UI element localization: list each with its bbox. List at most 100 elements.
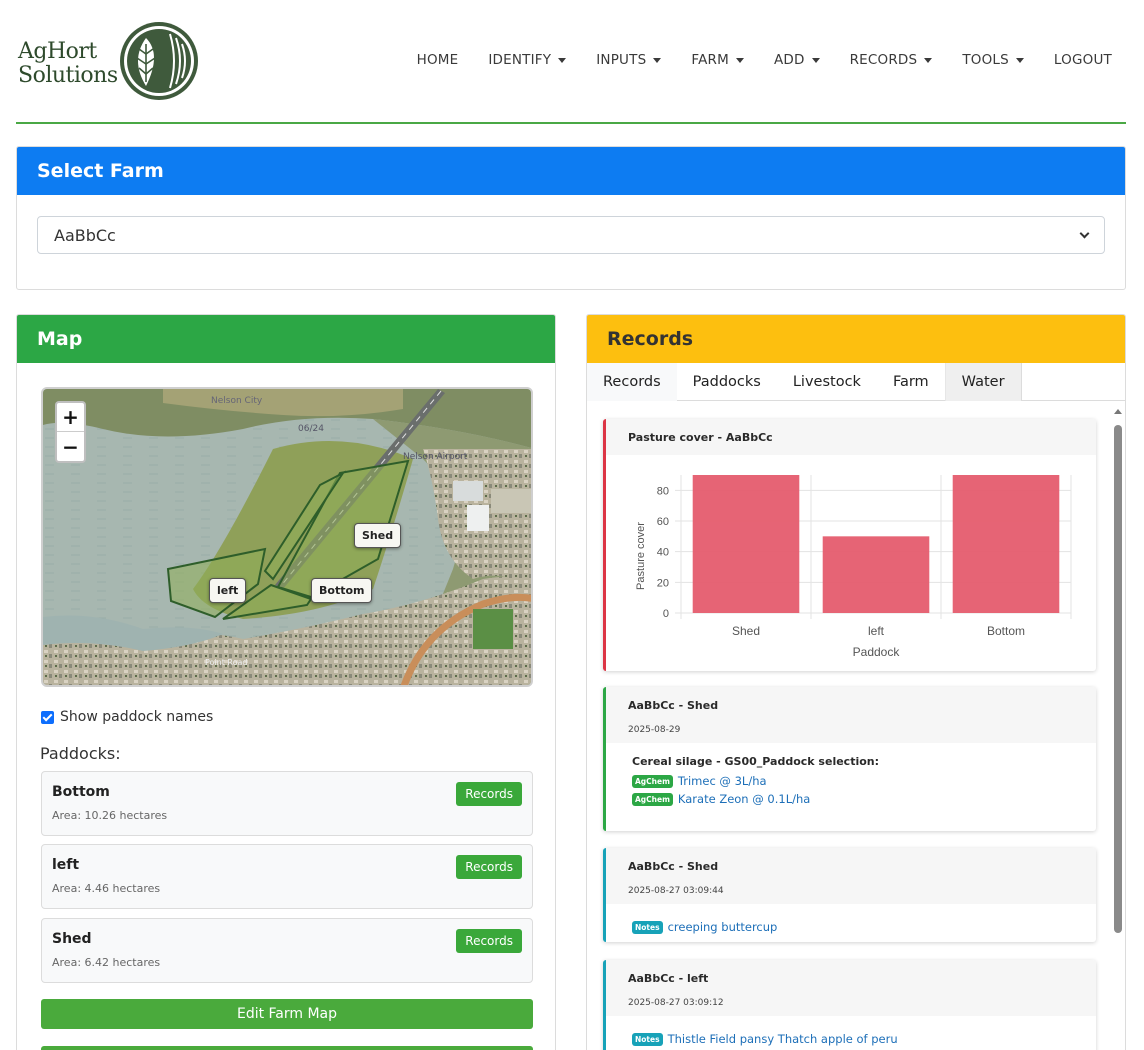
caret-down-icon [1015,57,1024,63]
chevron-down-icon [1079,228,1090,238]
records-title: Records [587,315,1125,363]
records-tabs: Records Paddocks Livestock Farm Water [587,363,1125,401]
paddock-area: Area: 4.46 hectares [52,882,161,895]
select-farm-card: Select Farm AaBbCc [16,146,1126,290]
records-scrollbar[interactable] [1113,407,1123,1050]
nav-farm[interactable]: FARM [676,52,759,68]
tab-livestock[interactable]: Livestock [777,363,877,401]
nav-add[interactable]: ADD [759,52,835,68]
paddock-item: left Area: 4.46 hectares Records [41,844,533,909]
show-paddock-names-checkbox[interactable] [41,710,54,724]
scroll-thumb[interactable] [1114,425,1122,933]
leaf-logo-icon [120,22,198,100]
paddock-records-button[interactable]: Records [456,855,522,879]
chart-bar-bottom [952,475,1060,613]
nav-label: RECORDS [849,52,918,68]
zoom-control: + − [55,401,86,463]
nav-label: IDENTIFY [488,52,552,68]
secondary-map-button[interactable] [41,1046,533,1050]
satellite-map-image[interactable]: Nelson City 06/24 Nelson Airport Point R… [43,389,533,687]
site-header: AgHort Solutions HOME IDENTIFY INPUTS FARM A… [16,0,1126,124]
farm-select-value: AaBbCc [54,225,116,245]
nav-identify[interactable]: IDENTIFY [473,52,581,68]
caret-down-icon [924,57,933,63]
record-item: AaBbCc - Shed 2025-08-27 03:09:44 Notes cre… [603,848,1096,942]
chart-xtick-label: Shed [732,624,760,638]
tab-paddocks[interactable]: Paddocks [677,363,777,401]
select-farm-title: Select Farm [17,147,1125,195]
brand-logo[interactable]: AgHort Solutions [18,20,208,104]
record-entry-link[interactable]: Karate Zeon @ 0.1L/ha [678,792,810,806]
caret-down-icon [653,57,662,63]
record-item: AaBbCc - left 2025-08-27 03:09:12 Notes Thi… [603,960,1096,1050]
map-card: Map Nelson City 06/24 Nelson Airport Poi… [16,314,556,1050]
map-place-nelson-airport: Nelson Airport [403,452,468,462]
record-title: AaBbCc - Shed [628,699,719,712]
show-paddock-names-toggle[interactable]: Show paddock names [41,709,213,725]
nav-label: LOGOUT [1053,52,1112,68]
tab-water[interactable]: Water [944,363,1022,401]
map-label-left[interactable]: left [209,578,247,603]
nav-label: INPUTS [596,52,647,68]
zoom-out-button[interactable]: − [57,432,84,461]
edit-farm-map-button[interactable]: Edit Farm Map [41,999,533,1029]
paddock-records-button[interactable]: Records [456,929,522,953]
paddocks-heading: Paddocks: [40,744,121,763]
nav-logout[interactable]: LOGOUT [1039,52,1112,68]
show-paddock-names-label: Show paddock names [60,709,214,725]
tab-farm[interactable]: Farm [877,363,945,401]
map-label-bottom[interactable]: Bottom [311,578,373,603]
nav-tools[interactable]: TOOLS [947,52,1039,68]
record-date: 2025-08-27 03:09:12 [628,998,724,1008]
paddock-name: left [52,857,80,873]
record-entry-link[interactable]: Thistle Field pansy Thatch apple of peru [668,1032,898,1046]
nav-records[interactable]: RECORDS [835,52,948,68]
notes-badge: Notes [632,1032,663,1046]
nav-label: FARM [691,52,729,68]
record-title: AaBbCc - left [628,972,709,985]
map-label-shed[interactable]: Shed [354,523,402,548]
record-title: AaBbCc - Shed [628,860,719,873]
record-entry: AgChem Trimec @ 3L/ha [632,774,1096,788]
chart-card-title: Pasture cover - AaBbCc [606,419,1096,455]
caret-down-icon [735,57,744,63]
pasture-cover-chart-card: Pasture cover - AaBbCc 0 20 40 60 80 Shed left… [603,419,1096,671]
brand-text: AgHort Solutions [18,39,118,88]
tab-records[interactable]: Records [587,363,677,401]
paddock-area: Area: 6.42 hectares [52,956,161,969]
paddock-records-button[interactable]: Records [456,782,522,806]
nav-inputs[interactable]: INPUTS [581,52,676,68]
records-card: Records Records Paddocks Livestock Farm Wate… [586,314,1126,1050]
chart-bar-left [822,536,930,613]
caret-down-icon [811,57,820,63]
main-nav: HOME IDENTIFY INPUTS FARM ADD RECORDS TOOLS LOG… [402,52,1112,68]
paddock-name: Bottom [52,784,110,800]
nav-label: HOME [416,52,459,68]
paddock-item: Bottom Area: 10.26 hectares Records [41,771,533,836]
chart-xtick-label: Bottom [987,624,1025,638]
chart-bar-shed [692,475,800,613]
chart-ytick-label: 20 [657,577,669,589]
farm-map[interactable]: Nelson City 06/24 Nelson Airport Point R… [41,387,533,687]
record-entry-link[interactable]: Trimec @ 3L/ha [678,774,767,788]
map-place-point-road: Point Road [205,658,247,667]
map-place-nelson-city: Nelson City [211,396,263,406]
nav-label: TOOLS [962,52,1009,68]
chart-y-axis-label: Pasture cover [635,522,647,590]
chart-xtick-label: left [868,624,885,638]
caret-down-icon [558,57,567,63]
pasture-cover-chart: 0 20 40 60 80 Shed left Bottom Paddock Pasture co… [635,475,1072,659]
zoom-in-button[interactable]: + [57,403,84,432]
nav-home[interactable]: HOME [402,52,474,68]
chart-ytick-label: 0 [663,608,669,620]
nav-label: ADD [773,52,805,68]
scroll-up-arrow-icon[interactable] [1114,409,1122,414]
record-date: 2025-08-29 [628,725,681,735]
farm-select[interactable]: AaBbCc [37,216,1105,254]
paddock-name: Shed [52,931,92,947]
map-place-runway: 06/24 [298,424,324,434]
record-entry-link[interactable]: creeping buttercup [668,920,778,934]
paddock-item: Shed Area: 6.42 hectares Records [41,918,533,983]
map-title: Map [17,315,555,363]
notes-badge: Notes [632,920,663,934]
